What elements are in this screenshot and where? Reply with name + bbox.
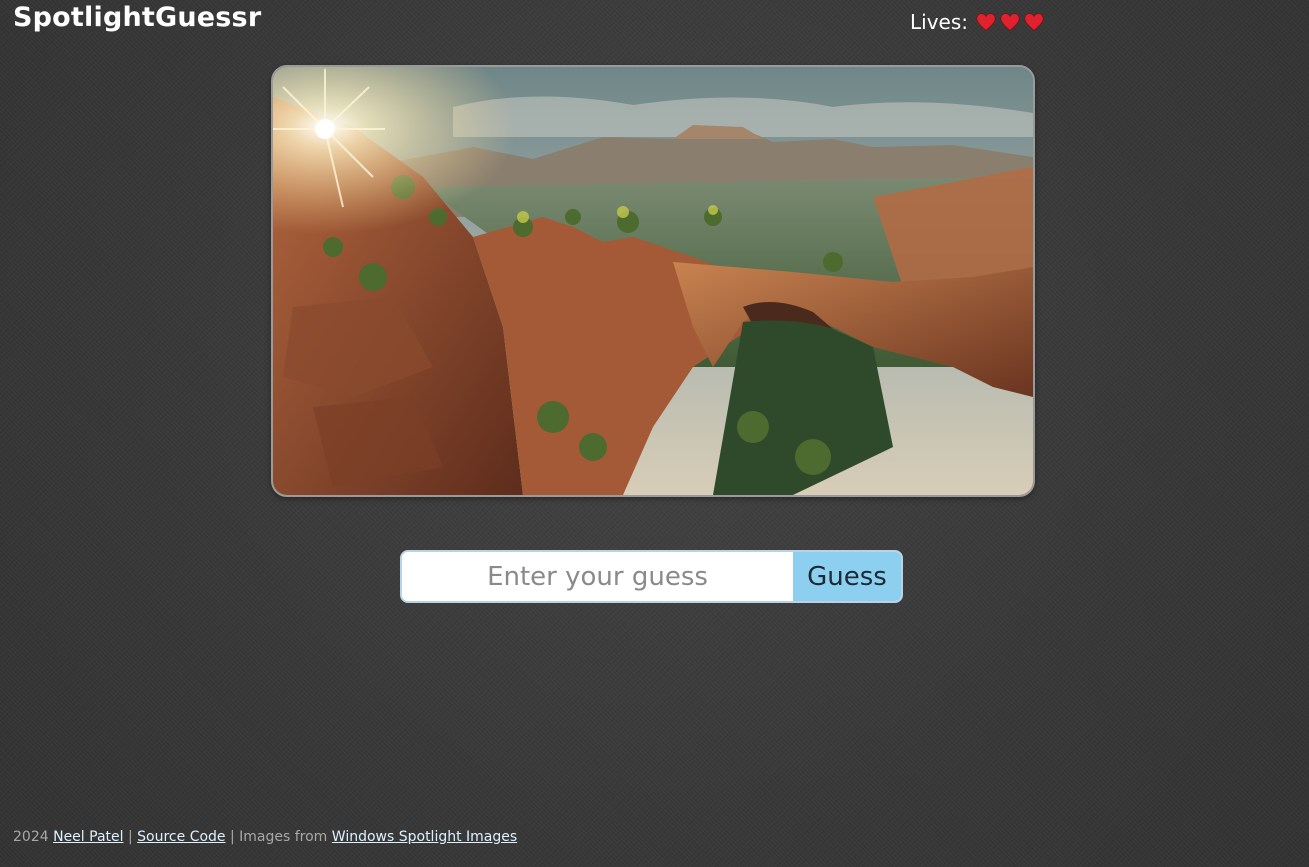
footer-year: 2024 (13, 829, 49, 845)
author-link[interactable]: Neel Patel (53, 829, 123, 845)
footer: 2024 Neel Patel | Source Code | Images f… (13, 829, 517, 845)
lives-indicator: Lives: (910, 8, 1044, 36)
heart-icon (1024, 13, 1044, 31)
windows-spotlight-link[interactable]: Windows Spotlight Images (332, 829, 517, 845)
guess-button[interactable]: Guess (793, 552, 901, 601)
spotlight-photo (271, 65, 1035, 497)
guess-input[interactable] (402, 552, 793, 601)
heart-icon (976, 13, 996, 31)
landscape-photo (273, 67, 1033, 495)
guess-form: Guess (400, 550, 903, 603)
heart-icon (1000, 13, 1020, 31)
lives-label: Lives: (910, 10, 968, 34)
app-title: SpotlightGuessr (13, 2, 262, 33)
footer-separator: | (127, 829, 133, 845)
footer-images-text: | Images from (229, 829, 328, 845)
source-code-link[interactable]: Source Code (137, 829, 225, 845)
